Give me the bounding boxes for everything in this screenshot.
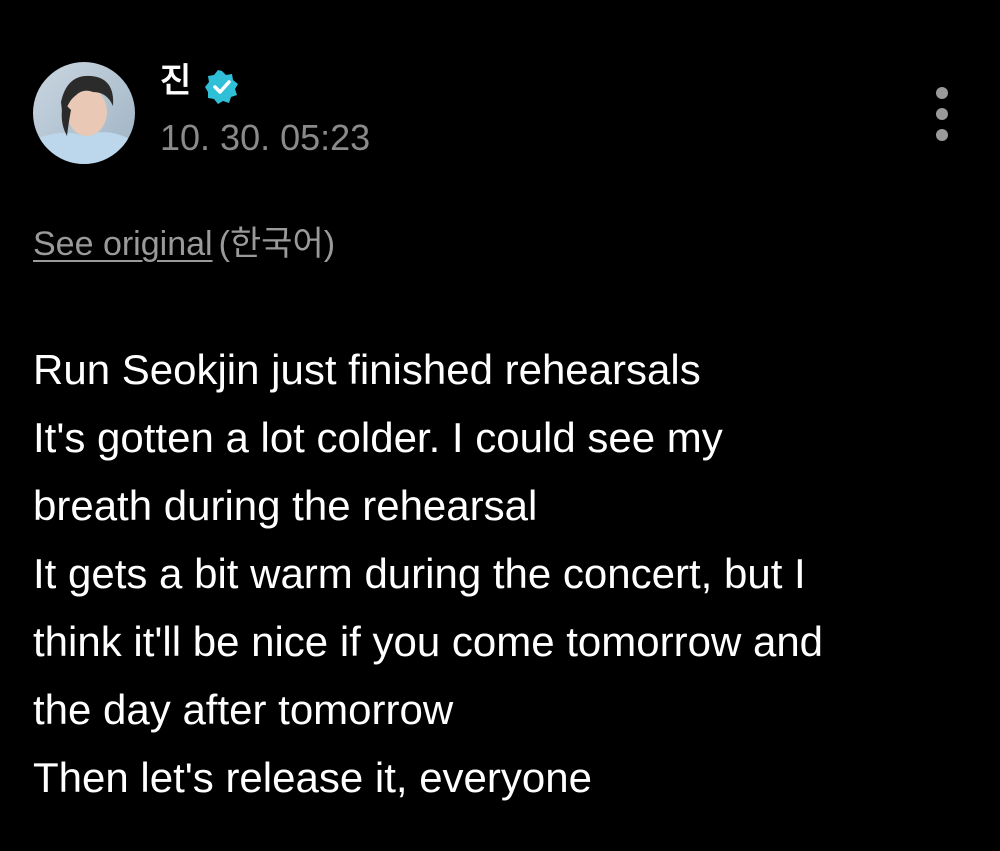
- post-timestamp: 10. 30. 05:23: [160, 117, 371, 158]
- post-line: It gets a bit warm during the concert, b…: [33, 550, 806, 597]
- more-options-button[interactable]: [925, 82, 959, 146]
- post-line: Run Seokjin just finished rehearsals: [33, 346, 701, 393]
- original-language-label: (한국어): [218, 225, 336, 263]
- author-name[interactable]: 진: [160, 64, 191, 98]
- more-vertical-icon: [936, 87, 948, 141]
- post-line: the day after tomorrow: [33, 686, 454, 733]
- post-line: think it'll be nice if you come tomorrow…: [33, 618, 824, 665]
- see-original-link[interactable]: See original: [33, 225, 213, 263]
- post-body: Run Seokjin just finished rehearsals It'…: [33, 336, 963, 812]
- post-card: 진 10. 30. 05:23 See original (한국어) Run Se…: [0, 0, 1000, 851]
- translation-row: See original (한국어): [33, 224, 335, 265]
- avatar-image: [33, 62, 135, 164]
- profile-avatar[interactable]: [33, 62, 135, 164]
- post-line: It's gotten a lot colder. I could see my: [33, 414, 723, 461]
- verified-check-icon: [205, 70, 238, 104]
- post-line: Then let's release it, everyone: [33, 754, 592, 801]
- post-line: breath during the rehearsal: [33, 482, 538, 529]
